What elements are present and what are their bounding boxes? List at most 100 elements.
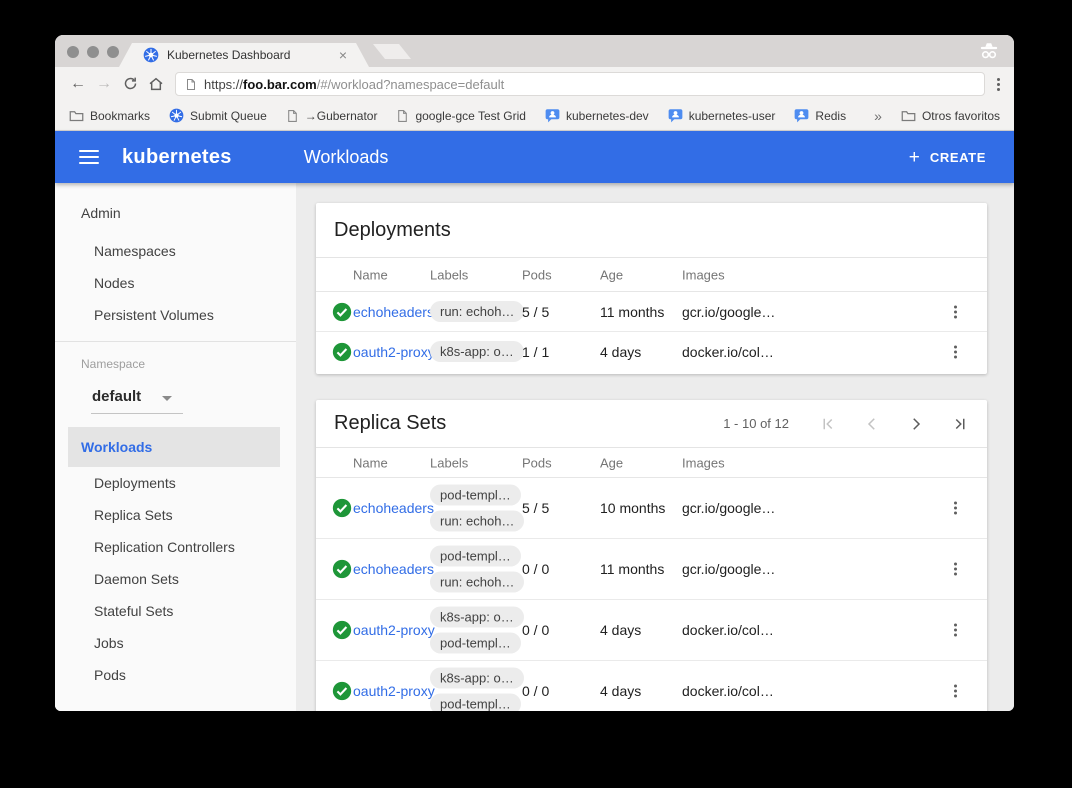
create-label: CREATE bbox=[930, 150, 986, 165]
home-button[interactable] bbox=[143, 76, 169, 92]
first-page-button[interactable] bbox=[819, 415, 837, 433]
pods-cell: 0 / 0 bbox=[522, 622, 549, 638]
hamburger-menu-icon[interactable] bbox=[79, 150, 99, 164]
label-chip: k8s-app: o… bbox=[430, 668, 524, 689]
sidebar-item-persistent-volumes[interactable]: Persistent Volumes bbox=[94, 307, 214, 323]
deployments-card: Deployments Name Labels Pods Age Images … bbox=[316, 203, 987, 374]
card-title: Replica Sets bbox=[334, 412, 446, 435]
status-ok-icon bbox=[332, 302, 352, 322]
tab-close-icon[interactable]: × bbox=[339, 48, 347, 62]
replica-sets-table-header: Name Labels Pods Age Images bbox=[316, 448, 987, 478]
age-cell: 4 days bbox=[600, 622, 641, 638]
pods-cell: 5 / 5 bbox=[522, 500, 549, 516]
other-bookmarks-folder[interactable]: Otros favoritos bbox=[901, 108, 1000, 123]
sidebar-item-daemon-sets[interactable]: Daemon Sets bbox=[94, 571, 179, 587]
url-path: /#/workload?namespace=default bbox=[317, 77, 505, 92]
bookmarks-overflow-chevron[interactable]: » bbox=[874, 108, 882, 124]
forward-button[interactable]: → bbox=[91, 76, 117, 92]
age-cell: 4 days bbox=[600, 344, 641, 360]
bookmark-kubernetes-user[interactable]: kubernetes-user bbox=[668, 108, 776, 123]
browser-window: Kubernetes Dashboard × ← → bbox=[55, 35, 1014, 711]
last-page-button[interactable] bbox=[951, 415, 969, 433]
address-bar[interactable]: https://foo.bar.com/#/workload?namespace… bbox=[175, 72, 985, 96]
create-button[interactable]: + CREATE bbox=[909, 148, 986, 167]
window-controls bbox=[67, 46, 119, 58]
browser-tab[interactable]: Kubernetes Dashboard × bbox=[119, 43, 369, 67]
images-cell: gcr.io/google… bbox=[682, 500, 775, 516]
column-header-pods: Pods bbox=[522, 267, 552, 282]
content-area: Deployments Name Labels Pods Age Images … bbox=[296, 183, 1014, 711]
bookmark-label: kubernetes-dev bbox=[566, 109, 649, 123]
row-menu-button[interactable] bbox=[950, 301, 961, 322]
row-menu-button[interactable] bbox=[950, 559, 961, 580]
bookmark-label: Redis bbox=[815, 109, 846, 123]
images-cell: docker.io/col… bbox=[682, 344, 774, 360]
previous-page-button[interactable] bbox=[863, 415, 881, 433]
label-chip: run: echoh… bbox=[430, 301, 524, 322]
sidebar-item-replication-controllers[interactable]: Replication Controllers bbox=[94, 539, 235, 555]
new-tab-button[interactable] bbox=[373, 44, 411, 59]
status-ok-icon bbox=[332, 559, 352, 579]
browser-toolbar: ← → https://foo.bar.com/#/workload?names… bbox=[55, 67, 1014, 101]
zoom-window-button[interactable] bbox=[107, 46, 119, 58]
sidebar-item-pods[interactable]: Pods bbox=[94, 667, 126, 683]
label-chip: k8s-app: o… bbox=[430, 607, 524, 628]
sidebar-item-jobs[interactable]: Jobs bbox=[94, 635, 124, 651]
label-chip: pod-templ… bbox=[430, 633, 521, 654]
chevron-down-icon[interactable] bbox=[162, 396, 172, 401]
table-row: oauth2-proxy… k8s-app: o… pod-templ… 0 /… bbox=[316, 600, 987, 661]
bookmark-gubernator[interactable]: →Gubernator bbox=[286, 109, 378, 123]
browser-menu-button[interactable] bbox=[993, 74, 1004, 95]
row-menu-button[interactable] bbox=[950, 342, 961, 363]
column-header-age: Age bbox=[600, 455, 623, 470]
column-header-name: Name bbox=[353, 267, 388, 282]
age-cell: 11 months bbox=[600, 304, 664, 320]
minimize-window-button[interactable] bbox=[87, 46, 99, 58]
label-chip: run: echoh… bbox=[430, 511, 524, 532]
sidebar-item-stateful-sets[interactable]: Stateful Sets bbox=[94, 603, 173, 619]
resource-link[interactable]: oauth2-proxy bbox=[353, 344, 435, 360]
pods-cell: 0 / 0 bbox=[522, 683, 549, 699]
url-scheme: https:// bbox=[204, 77, 243, 92]
chevron-left-icon bbox=[863, 415, 881, 433]
row-menu-button[interactable] bbox=[950, 620, 961, 641]
age-cell: 4 days bbox=[600, 683, 641, 699]
pods-cell: 5 / 5 bbox=[522, 304, 549, 320]
images-cell: docker.io/col… bbox=[682, 683, 774, 699]
reload-button[interactable] bbox=[117, 76, 143, 92]
sidebar-item-admin[interactable]: Admin bbox=[81, 205, 121, 221]
sidebar-item-workloads[interactable]: Workloads bbox=[68, 427, 280, 467]
status-ok-icon bbox=[332, 342, 352, 362]
row-menu-button[interactable] bbox=[950, 681, 961, 702]
resource-link[interactable]: echoheaders bbox=[353, 304, 434, 320]
replica-sets-card-header: Replica Sets 1 - 10 of 12 bbox=[316, 400, 987, 448]
sidebar-item-nodes[interactable]: Nodes bbox=[94, 275, 134, 291]
table-row: echoheaders run: echoh… 5 / 5 11 months … bbox=[316, 292, 987, 332]
images-cell: gcr.io/google… bbox=[682, 304, 775, 320]
next-page-button[interactable] bbox=[907, 415, 925, 433]
sidebar-item-namespaces[interactable]: Namespaces bbox=[94, 243, 176, 259]
namespace-select[interactable]: default bbox=[92, 388, 141, 405]
bookmark-redis[interactable]: Redis bbox=[794, 108, 846, 123]
bookmark-kubernetes-dev[interactable]: kubernetes-dev bbox=[545, 108, 649, 123]
deployments-table-header: Name Labels Pods Age Images bbox=[316, 258, 987, 292]
column-header-images: Images bbox=[682, 267, 725, 282]
row-menu-button[interactable] bbox=[950, 498, 961, 519]
label-chip: run: echoh… bbox=[430, 572, 524, 593]
namespace-label: Namespace bbox=[81, 357, 145, 371]
label-chip: pod-templ… bbox=[430, 694, 521, 712]
bookmarks-bar: Bookmarks Submit Queue →Gubernator googl… bbox=[55, 101, 1014, 131]
groups-icon bbox=[668, 108, 683, 123]
chevron-right-icon bbox=[907, 415, 925, 433]
table-row: oauth2-proxy k8s-app: o… 1 / 1 4 days do… bbox=[316, 332, 987, 372]
bookmark-submit-queue[interactable]: Submit Queue bbox=[169, 108, 267, 123]
sidebar-item-deployments[interactable]: Deployments bbox=[94, 475, 176, 491]
status-ok-icon bbox=[332, 681, 352, 701]
back-button[interactable]: ← bbox=[65, 76, 91, 92]
bookmark-bookmarks[interactable]: Bookmarks bbox=[69, 108, 150, 123]
bookmark-label: Otros favoritos bbox=[922, 109, 1000, 123]
bookmark-google-gce-test-grid[interactable]: google-gce Test Grid bbox=[396, 109, 526, 123]
close-window-button[interactable] bbox=[67, 46, 79, 58]
sidebar-item-replica-sets[interactable]: Replica Sets bbox=[94, 507, 173, 523]
folder-icon bbox=[901, 108, 916, 123]
